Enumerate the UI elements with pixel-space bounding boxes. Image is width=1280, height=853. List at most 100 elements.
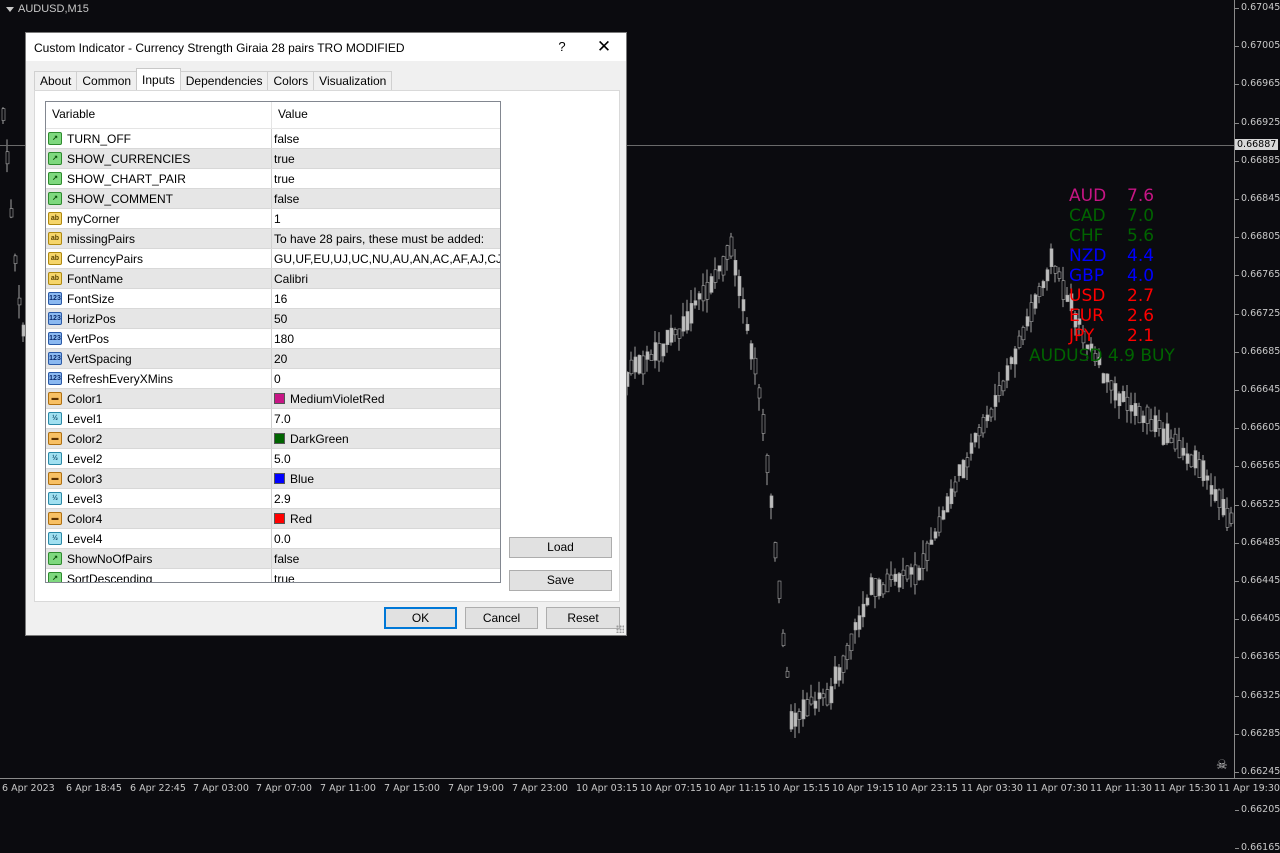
help-button[interactable]: ? [552, 37, 572, 57]
tab-colors[interactable]: Colors [267, 71, 315, 91]
value-cell[interactable]: 7.0 [272, 409, 500, 428]
candle-body [793, 712, 798, 727]
input-row[interactable]: ½ Level3 2.9 [46, 489, 500, 509]
save-button[interactable]: Save [509, 570, 612, 591]
value-cell[interactable]: 5.0 [272, 449, 500, 468]
value-cell[interactable]: true [272, 569, 500, 583]
strength-currency-label: CAD [1069, 206, 1106, 226]
column-header-value[interactable]: Value [272, 102, 308, 128]
input-row[interactable]: 123 RefreshEveryXMins 0 [46, 369, 500, 389]
reset-button[interactable]: Reset [546, 607, 620, 629]
value-cell[interactable]: MediumVioletRed [272, 389, 500, 408]
time-tick: 11 Apr 07:30 [1026, 783, 1088, 794]
candle-body [953, 481, 958, 493]
variable-cell: ↗ SHOW_CURRENCIES [46, 149, 272, 168]
cancel-button[interactable]: Cancel [465, 607, 538, 629]
input-row[interactable]: ▬ Color2 DarkGreen [46, 429, 500, 449]
time-axis[interactable]: 6 Apr 2023 6 Apr 18:45 6 Apr 22:45 7 Apr 03… [0, 778, 1280, 801]
candle-body [5, 151, 10, 165]
value-cell[interactable]: 0 [272, 369, 500, 388]
input-row[interactable]: ▬ Color3 Blue [46, 469, 500, 489]
dropdown-triangle-icon[interactable] [6, 6, 14, 12]
input-row[interactable]: ab missingPairs To have 28 pairs, these mu… [46, 229, 500, 249]
candle-body [1057, 271, 1062, 279]
close-icon[interactable]: ✕ [592, 37, 616, 57]
param-type-dbl-icon: ½ [48, 492, 62, 505]
input-row[interactable]: 123 FontSize 16 [46, 289, 500, 309]
value-cell[interactable]: true [272, 149, 500, 168]
price-axis[interactable]: 0.67045 0.67005 0.66965 0.66925 0.66885 0.668… [1234, 0, 1280, 853]
value-cell[interactable]: 1 [272, 209, 500, 228]
input-row[interactable]: ↗ SHOW_CURRENCIES true [46, 149, 500, 169]
input-row[interactable]: ab CurrencyPairs GU,UF,EU,UJ,UC,NU,AU,AN,A… [46, 249, 500, 269]
input-row[interactable]: ↗ SHOW_COMMENT false [46, 189, 500, 209]
value-text: false [274, 191, 300, 206]
candle-body [709, 276, 714, 293]
value-cell[interactable]: false [272, 189, 500, 208]
candle-body [1053, 265, 1058, 274]
input-row[interactable]: 123 VertPos 180 [46, 329, 500, 349]
time-tick: 11 Apr 15:30 [1154, 783, 1216, 794]
grid-header: Variable Value [46, 102, 500, 129]
value-cell[interactable]: 20 [272, 349, 500, 368]
candle-body [817, 692, 822, 700]
tab-dependencies[interactable]: Dependencies [179, 71, 269, 91]
value-cell[interactable]: true [272, 169, 500, 188]
input-row[interactable]: ↗ ShowNoOfPairs false [46, 549, 500, 569]
input-row[interactable]: ↗ SortDescending true [46, 569, 500, 583]
skull-icon: ☠ [1216, 757, 1228, 772]
value-cell[interactable]: GU,UF,EU,UJ,UC,NU,AU,AN,AC,AF,AJ,CJ,... [272, 249, 500, 268]
input-row[interactable]: 123 HorizPos 50 [46, 309, 500, 329]
candle-body [653, 342, 658, 361]
candle-body [789, 711, 794, 730]
load-button[interactable]: Load [509, 537, 612, 558]
candle-body [941, 510, 946, 520]
input-row[interactable]: ½ Level1 7.0 [46, 409, 500, 429]
variable-name: SHOW_CHART_PAIR [67, 171, 186, 186]
column-header-variable[interactable]: Variable [46, 102, 272, 128]
input-row[interactable]: ↗ SHOW_CHART_PAIR true [46, 169, 500, 189]
value-cell[interactable]: Red [272, 509, 500, 528]
value-cell[interactable]: DarkGreen [272, 429, 500, 448]
candle-body [1037, 286, 1042, 297]
input-row[interactable]: ▬ Color4 Red [46, 509, 500, 529]
tab-about[interactable]: About [34, 71, 78, 91]
resize-grip-icon[interactable] [616, 625, 624, 633]
candle-body [853, 622, 858, 631]
tab-inputs[interactable]: Inputs [136, 68, 181, 91]
value-cell[interactable]: 50 [272, 309, 500, 328]
param-type-bool-icon: ↗ [48, 192, 62, 205]
candle-body [1145, 406, 1150, 424]
value-cell[interactable]: 180 [272, 329, 500, 348]
candle-body [773, 542, 778, 559]
input-row[interactable]: ½ Level4 0.0 [46, 529, 500, 549]
value-cell[interactable]: Blue [272, 469, 500, 488]
ok-button[interactable]: OK [384, 607, 457, 629]
candle-body [641, 355, 646, 375]
input-row[interactable]: ab myCorner 1 [46, 209, 500, 229]
candle-body [1157, 420, 1162, 429]
candle-body [721, 256, 726, 276]
value-cell[interactable]: false [272, 549, 500, 568]
candle-body [765, 455, 770, 473]
tab-visualization[interactable]: Visualization [313, 71, 393, 91]
candle-body [753, 357, 758, 375]
input-row[interactable]: ▬ Color1 MediumVioletRed [46, 389, 500, 409]
candle-body [901, 569, 906, 576]
value-cell[interactable]: 2.9 [272, 489, 500, 508]
value-cell[interactable]: To have 28 pairs, these must be added: [272, 229, 500, 248]
tab-common[interactable]: Common [76, 71, 138, 91]
input-row[interactable]: ab FontName Calibri [46, 269, 500, 289]
input-row[interactable]: 123 VertSpacing 20 [46, 349, 500, 369]
value-cell[interactable]: 0.0 [272, 529, 500, 548]
input-row[interactable]: ↗ TURN_OFF false [46, 129, 500, 149]
param-type-col-icon: ▬ [48, 432, 62, 445]
value-cell[interactable]: false [272, 129, 500, 148]
candle-body [957, 464, 962, 476]
candle-body [1161, 428, 1166, 445]
candle-body [1105, 373, 1110, 383]
value-cell[interactable]: 16 [272, 289, 500, 308]
param-type-dbl-icon: ½ [48, 412, 62, 425]
value-cell[interactable]: Calibri [272, 269, 500, 288]
input-row[interactable]: ½ Level2 5.0 [46, 449, 500, 469]
